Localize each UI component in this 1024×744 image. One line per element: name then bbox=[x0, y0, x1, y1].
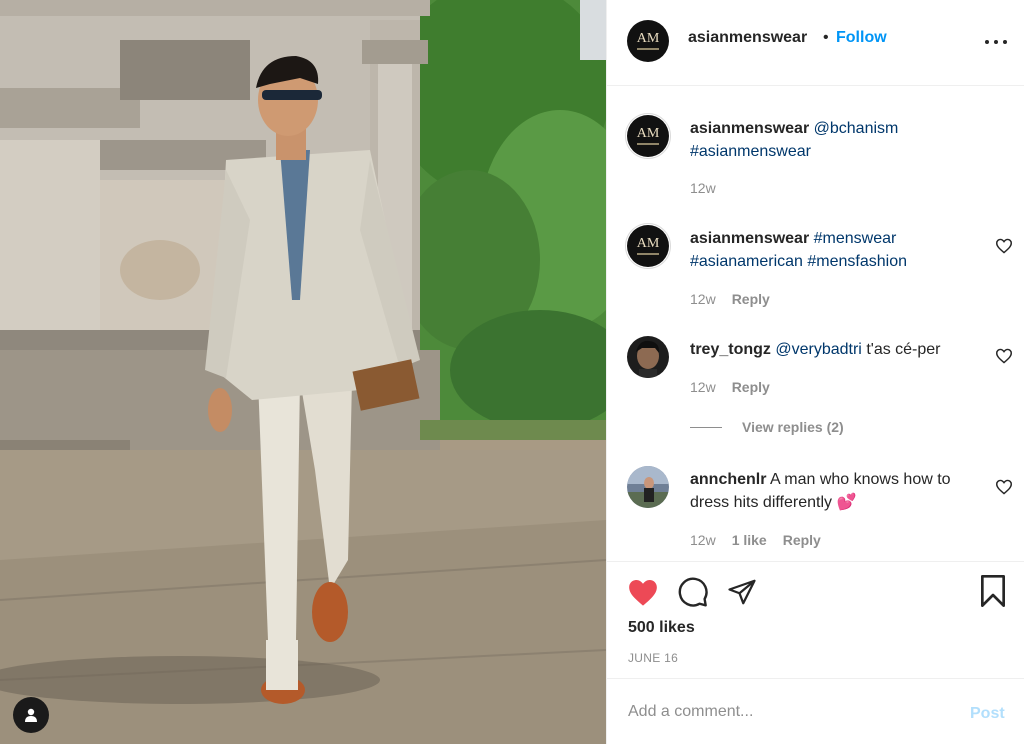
comment-time[interactable]: 12w bbox=[690, 180, 716, 196]
more-options-icon[interactable] bbox=[985, 32, 1007, 52]
view-replies-label: View replies (2) bbox=[742, 419, 844, 435]
comment-meta: 12w 1 like Reply bbox=[690, 532, 821, 548]
comment-text: annchenlr A man who knows how to dress h… bbox=[690, 468, 980, 514]
comment-text: asianmenswear #menswear #asianamerican #… bbox=[690, 227, 980, 273]
post-image[interactable] bbox=[0, 0, 606, 744]
mention-link[interactable]: @bchanism bbox=[814, 120, 899, 137]
post-author-username[interactable]: asianmenswear bbox=[688, 29, 807, 47]
comment-body: t'as cé-per bbox=[866, 341, 941, 358]
reply-button[interactable]: Reply bbox=[783, 532, 821, 548]
separator-dot: • bbox=[823, 29, 829, 46]
commenter-avatar[interactable] bbox=[627, 336, 669, 378]
share-icon[interactable] bbox=[726, 577, 758, 607]
comment-meta: 12w bbox=[690, 180, 716, 196]
commenter-avatar[interactable]: AM bbox=[627, 225, 669, 267]
post-date[interactable]: JUNE 16 bbox=[628, 651, 678, 665]
view-replies-line bbox=[690, 426, 722, 428]
comment-text: asianmenswear @bchanism #asianmenswear bbox=[690, 117, 980, 163]
hashtag-link[interactable]: #asianamerican bbox=[690, 253, 803, 270]
hashtag-link[interactable]: #asianmenswear bbox=[690, 143, 811, 160]
comment-time[interactable]: 12w bbox=[690, 291, 716, 307]
comment-username[interactable]: trey_tongz bbox=[690, 341, 771, 358]
comment-likes[interactable]: 1 like bbox=[732, 532, 767, 548]
commenter-avatar[interactable]: AM bbox=[627, 115, 669, 157]
comment-meta: 12w Reply bbox=[690, 291, 770, 307]
follow-button[interactable]: Follow bbox=[836, 29, 887, 47]
add-comment-bar: Post bbox=[607, 678, 1024, 744]
reply-button[interactable]: Reply bbox=[732, 291, 770, 307]
comment-username[interactable]: annchenlr bbox=[690, 471, 766, 488]
comment-meta: 12w Reply bbox=[690, 379, 770, 395]
hashtag-link[interactable]: #menswear bbox=[814, 230, 897, 247]
add-comment-input[interactable] bbox=[628, 699, 948, 725]
commenter-avatar[interactable] bbox=[627, 466, 669, 508]
avatar-monogram: AM bbox=[636, 31, 660, 46]
profile-avatar[interactable]: AM bbox=[627, 20, 669, 62]
reply-button[interactable]: Reply bbox=[732, 379, 770, 395]
photo-illustration bbox=[0, 0, 606, 744]
post-comment-button[interactable]: Post bbox=[970, 705, 1005, 723]
comment-time[interactable]: 12w bbox=[690, 532, 716, 548]
bookmark-icon[interactable] bbox=[979, 575, 1007, 607]
heart-outline-icon[interactable] bbox=[995, 238, 1013, 254]
post-actions: 500 likes JUNE 16 bbox=[607, 561, 1024, 678]
likes-count[interactable]: 500 likes bbox=[628, 619, 695, 637]
comment-username[interactable]: asianmenswear bbox=[690, 120, 809, 137]
view-replies-button[interactable]: View replies (2) bbox=[690, 419, 844, 435]
post-header: AM asianmenswear • Follow bbox=[607, 0, 1024, 86]
emoji: 💕 bbox=[836, 494, 857, 511]
heart-filled-icon[interactable] bbox=[627, 578, 659, 607]
comment-username[interactable]: asianmenswear bbox=[690, 230, 809, 247]
user-tag-icon[interactable] bbox=[13, 697, 49, 733]
heart-outline-icon[interactable] bbox=[995, 479, 1013, 495]
post-side-panel: AM asianmenswear • Follow AM asianmenswe… bbox=[606, 0, 1024, 744]
hashtag-link[interactable]: #mensfashion bbox=[807, 253, 907, 270]
comments-list: AM asianmenswear @bchanism #asianmenswea… bbox=[607, 87, 1024, 561]
comment-time[interactable]: 12w bbox=[690, 379, 716, 395]
heart-outline-icon[interactable] bbox=[995, 348, 1013, 364]
comment-icon[interactable] bbox=[677, 576, 709, 608]
comment-text: trey_tongz @verybadtri t'as cé-per bbox=[690, 338, 980, 361]
mention-link[interactable]: @verybadtri bbox=[775, 341, 862, 358]
